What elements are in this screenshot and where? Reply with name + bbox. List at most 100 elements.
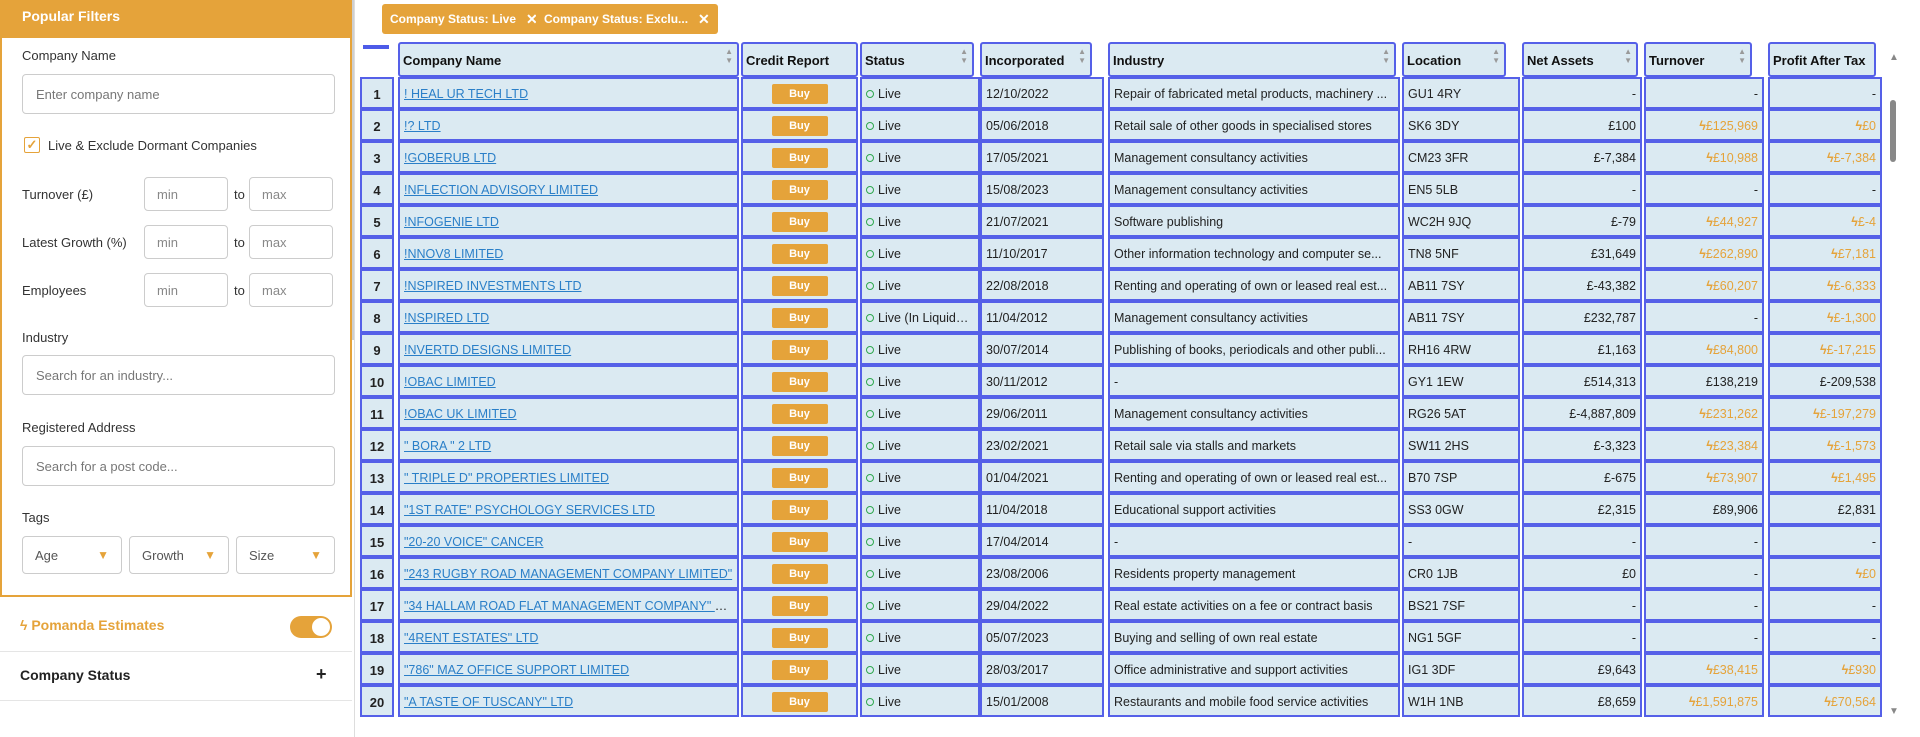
company-name-link[interactable]: "A TASTE OF TUSCANY" LTD bbox=[404, 695, 573, 709]
tag-growth-select[interactable]: Growth ▼ bbox=[129, 536, 229, 574]
header-status[interactable]: Status ▲ ▼ bbox=[860, 42, 974, 77]
table-row[interactable]: 8 !NSPIRED LTD Buy Live (In Liquidation) 11/… bbox=[358, 301, 1888, 333]
company-name-link[interactable]: !? LTD bbox=[404, 119, 441, 133]
buy-button[interactable]: Buy bbox=[771, 468, 828, 488]
buy-button[interactable]: Buy bbox=[771, 244, 828, 264]
company-name-link[interactable]: !NFOGENIE LTD bbox=[404, 215, 499, 229]
buy-button[interactable]: Buy bbox=[771, 372, 828, 392]
select-all-header[interactable] bbox=[360, 42, 393, 77]
header-industry[interactable]: Industry ▲ ▼ bbox=[1108, 42, 1396, 77]
buy-button[interactable]: Buy bbox=[771, 500, 828, 520]
scroll-up-icon[interactable]: ▲ bbox=[1889, 52, 1899, 63]
company-name-link[interactable]: !NSPIRED INVESTMENTS LTD bbox=[404, 279, 582, 293]
company-name-link[interactable]: "4RENT ESTATES" LTD bbox=[404, 631, 538, 645]
sort-icon[interactable]: ▲ ▼ bbox=[1078, 47, 1086, 65]
filter-chip-status-live[interactable]: Company Status: Live ✕ bbox=[382, 4, 546, 34]
sort-icon[interactable]: ▲ ▼ bbox=[1492, 47, 1500, 65]
buy-button[interactable]: Buy bbox=[771, 404, 828, 424]
live-exclude-dormant-checkbox[interactable]: ✓ bbox=[24, 137, 40, 153]
growth-min-input[interactable] bbox=[144, 225, 228, 259]
table-row[interactable]: 19 "786" MAZ OFFICE SUPPORT LIMITED Buy Liv… bbox=[358, 653, 1888, 685]
postcode-search-input[interactable] bbox=[22, 446, 335, 486]
company-name-link[interactable]: !NFLECTION ADVISORY LIMITED bbox=[404, 183, 598, 197]
industry-search-input[interactable] bbox=[22, 355, 335, 395]
header-credit-report[interactable]: Credit Report bbox=[741, 42, 858, 77]
header-company-name[interactable]: Company Name ▲ ▼ bbox=[398, 42, 739, 77]
growth-max-input[interactable] bbox=[249, 225, 333, 259]
tag-age-select[interactable]: Age ▼ bbox=[22, 536, 122, 574]
header-turnover[interactable]: Turnover ▲ ▼ bbox=[1644, 42, 1752, 77]
company-name-link[interactable]: !OBAC UK LIMITED bbox=[404, 407, 517, 421]
buy-button[interactable]: Buy bbox=[771, 180, 828, 200]
company-name-link[interactable]: ! HEAL UR TECH LTD bbox=[404, 87, 528, 101]
company-name-link[interactable]: !NNOV8 LIMITED bbox=[404, 247, 503, 261]
table-row[interactable]: 3 !GOBERUB LTD Buy Live 17/05/2021 Management… bbox=[358, 141, 1888, 173]
close-icon[interactable]: ✕ bbox=[698, 11, 710, 28]
tag-size-select[interactable]: Size ▼ bbox=[236, 536, 335, 574]
employees-min-input[interactable] bbox=[144, 273, 228, 307]
company-name-link[interactable]: " TRIPLE D" PROPERTIES LIMITED bbox=[404, 471, 609, 485]
table-row[interactable]: 2 !? LTD Buy Live 05/06/2018 Retail sale of o… bbox=[358, 109, 1888, 141]
buy-button[interactable]: Buy bbox=[771, 628, 828, 648]
table-row[interactable]: 9 !NVERTD DESIGNS LIMITED Buy Live 30/07/201… bbox=[358, 333, 1888, 365]
company-name-link[interactable]: !OBAC LIMITED bbox=[404, 375, 496, 389]
table-row[interactable]: 16 "243 RUGBY ROAD MANAGEMENT COMPANY LIM… bbox=[358, 557, 1888, 589]
buy-button[interactable]: Buy bbox=[771, 692, 828, 712]
expand-plus-icon[interactable]: + bbox=[316, 664, 327, 685]
header-incorporated[interactable]: Incorporated ▲ ▼ bbox=[980, 42, 1092, 77]
company-name-link[interactable]: !NVERTD DESIGNS LIMITED bbox=[404, 343, 571, 357]
table-row[interactable]: 11 !OBAC UK LIMITED Buy Live 29/06/2011 Manag… bbox=[358, 397, 1888, 429]
company-name-link[interactable]: " BORA " 2 LTD bbox=[404, 439, 491, 453]
header-location[interactable]: Location ▲ ▼ bbox=[1402, 42, 1506, 77]
employees-max-input[interactable] bbox=[249, 273, 333, 307]
sort-icon[interactable]: ▲ ▼ bbox=[1738, 47, 1746, 65]
buy-button[interactable]: Buy bbox=[771, 116, 828, 136]
company-name-link[interactable]: "243 RUGBY ROAD MANAGEMENT COMPANY LIMIT… bbox=[404, 567, 732, 581]
table-row[interactable]: 14 "1ST RATE" PSYCHOLOGY SERVICES LTD Buy L… bbox=[358, 493, 1888, 525]
pomanda-estimates-toggle[interactable] bbox=[290, 616, 332, 638]
table-row[interactable]: 17 "34 HALLAM ROAD FLAT MANAGEMENT COMPAN… bbox=[358, 589, 1888, 621]
table-row[interactable]: 10 !OBAC LIMITED Buy Live 30/11/2012- GY1 1EW… bbox=[358, 365, 1888, 397]
table-row[interactable]: 13 " TRIPLE D" PROPERTIES LIMITED Buy Live 0… bbox=[358, 461, 1888, 493]
company-name-link[interactable]: "786" MAZ OFFICE SUPPORT LIMITED bbox=[404, 663, 629, 677]
filter-chip-status-exclude[interactable]: Company Status: Exclu... ✕ bbox=[536, 4, 718, 34]
buy-button[interactable]: Buy bbox=[771, 660, 828, 680]
table-row[interactable]: 6 !NNOV8 LIMITED Buy Live 11/10/2017 Other in… bbox=[358, 237, 1888, 269]
table-row[interactable]: 4 !NFLECTION ADVISORY LIMITED Buy Live 15/08… bbox=[358, 173, 1888, 205]
company-status-section[interactable]: Company Status + bbox=[0, 653, 352, 701]
turnover-min-input[interactable] bbox=[144, 177, 228, 211]
company-name-link[interactable]: "1ST RATE" PSYCHOLOGY SERVICES LTD bbox=[404, 503, 655, 517]
table-row[interactable]: 12 " BORA " 2 LTD Buy Live 23/02/2021 Retail … bbox=[358, 429, 1888, 461]
buy-button[interactable]: Buy bbox=[771, 340, 828, 360]
table-row[interactable]: 5 !NFOGENIE LTD Buy Live 21/07/2021 Software … bbox=[358, 205, 1888, 237]
sidebar-scrollbar[interactable] bbox=[352, 0, 354, 340]
table-row[interactable]: 15 "20-20 VOICE" CANCER Buy Live 17/04/2014-… bbox=[358, 525, 1888, 557]
header-net-assets[interactable]: Net Assets ▲ ▼ bbox=[1522, 42, 1638, 77]
buy-button[interactable]: Buy bbox=[771, 84, 828, 104]
table-row[interactable]: 20 "A TASTE OF TUSCANY" LTD Buy Live 15/01/2… bbox=[358, 685, 1888, 717]
sort-icon[interactable]: ▲ ▼ bbox=[1382, 47, 1390, 65]
company-name-link[interactable]: !NSPIRED LTD bbox=[404, 311, 489, 325]
header-profit-after-tax[interactable]: Profit After Tax bbox=[1768, 42, 1876, 77]
company-name-link[interactable]: "34 HALLAM ROAD FLAT MANAGEMENT COMPANY"… bbox=[404, 599, 737, 613]
buy-button[interactable]: Buy bbox=[771, 308, 828, 328]
buy-button[interactable]: Buy bbox=[771, 212, 828, 232]
buy-button[interactable]: Buy bbox=[771, 564, 828, 584]
buy-button[interactable]: Buy bbox=[771, 596, 828, 616]
company-name-input[interactable] bbox=[22, 74, 335, 114]
scrollbar-thumb[interactable] bbox=[1890, 100, 1896, 162]
turnover-max-input[interactable] bbox=[249, 177, 333, 211]
sort-icon[interactable]: ▲ ▼ bbox=[960, 47, 968, 65]
buy-button[interactable]: Buy bbox=[771, 276, 828, 296]
company-name-link[interactable]: !GOBERUB LTD bbox=[404, 151, 496, 165]
sort-icon[interactable]: ▲ ▼ bbox=[725, 47, 733, 65]
table-row[interactable]: 1 ! HEAL UR TECH LTD Buy Live 12/10/2022 Repa… bbox=[358, 77, 1888, 109]
buy-button[interactable]: Buy bbox=[771, 532, 828, 552]
sort-icon[interactable]: ▲ ▼ bbox=[1624, 47, 1632, 65]
scroll-down-icon[interactable]: ▼ bbox=[1889, 706, 1899, 717]
company-name-link[interactable]: "20-20 VOICE" CANCER bbox=[404, 535, 543, 549]
buy-button[interactable]: Buy bbox=[771, 148, 828, 168]
table-row[interactable]: 18 "4RENT ESTATES" LTD Buy Live 05/07/2023 Bu… bbox=[358, 621, 1888, 653]
table-row[interactable]: 7 !NSPIRED INVESTMENTS LTD Buy Live 22/08/20… bbox=[358, 269, 1888, 301]
buy-button[interactable]: Buy bbox=[771, 436, 828, 456]
